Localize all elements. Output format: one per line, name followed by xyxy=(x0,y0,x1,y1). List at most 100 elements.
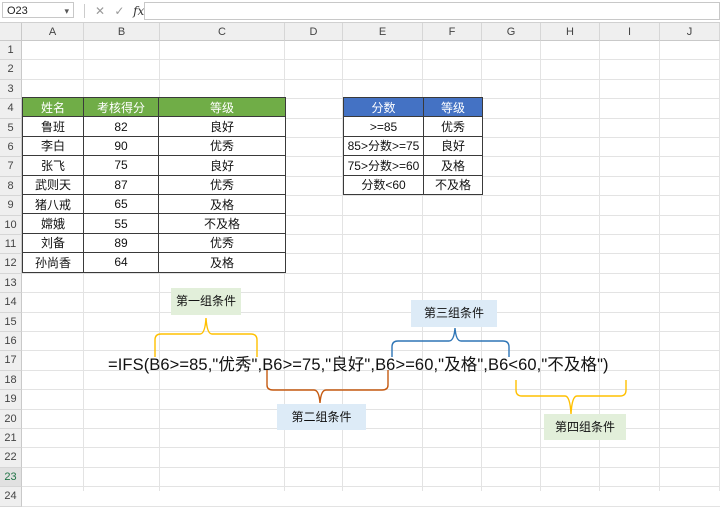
score-table: 姓名 考核得分 等级 鲁班 82 良好 李白 90 优秀 张飞 75 良好 武则天 87 优秀 猪八戒 65 及格… xyxy=(22,96,286,273)
row-header-20[interactable]: 20 xyxy=(0,409,22,429)
score-table-cell[interactable]: 刘备 xyxy=(22,232,84,254)
rule-table-header-row: 分数 等级 xyxy=(343,96,483,118)
gridline xyxy=(22,272,720,274)
row-header-2[interactable]: 2 xyxy=(0,60,22,80)
rule-table-cell[interactable]: 不及格 xyxy=(423,174,483,195)
score-table-cell[interactable]: 87 xyxy=(83,174,159,195)
score-table-cell[interactable]: 张飞 xyxy=(22,155,84,176)
gridline xyxy=(659,41,660,491)
row-header-24[interactable]: 24 xyxy=(0,487,22,507)
ifs-formula-text: =IFS(B6>=85,"优秀",B6>=75,"良好",B6>=60,"及格"… xyxy=(108,356,609,374)
column-header-J[interactable]: J xyxy=(660,23,720,41)
score-table-row: 李白 90 优秀 xyxy=(22,135,286,157)
group2-condition-label: 第二组条件 xyxy=(277,404,366,430)
score-table-cell[interactable]: 良好 xyxy=(158,155,286,176)
score-table-cell[interactable]: 75 xyxy=(83,155,159,176)
row-header-10[interactable]: 10 xyxy=(0,215,22,235)
column-header-E[interactable]: E xyxy=(343,23,423,41)
score-table-header-cell[interactable]: 等级 xyxy=(158,96,286,118)
column-header-B[interactable]: B xyxy=(84,23,160,41)
divider xyxy=(84,4,85,18)
score-table-row: 孙尚香 64 及格 xyxy=(22,252,286,273)
column-header-A[interactable]: A xyxy=(22,23,84,41)
score-table-cell[interactable]: 优秀 xyxy=(158,135,286,157)
rule-table-cell[interactable]: 75>分数>=60 xyxy=(343,155,424,176)
score-table-header-row: 姓名 考核得分 等级 xyxy=(22,96,286,118)
row-header-19[interactable]: 19 xyxy=(0,390,22,410)
score-table-cell[interactable]: 及格 xyxy=(158,193,286,215)
gridline xyxy=(22,505,720,507)
row-header-1[interactable]: 1 xyxy=(0,41,22,61)
cancel-icon[interactable]: ✕ xyxy=(92,2,108,20)
score-table-cell[interactable]: 90 xyxy=(83,135,159,157)
score-table-cell[interactable]: 及格 xyxy=(158,252,286,273)
gridline xyxy=(22,408,720,410)
rule-table-row: >=85 优秀 xyxy=(343,116,483,137)
check-icon[interactable]: ✓ xyxy=(111,2,127,20)
name-box[interactable]: O23 ▾ xyxy=(2,2,74,18)
column-header-G[interactable]: G xyxy=(482,23,541,41)
column-header-I[interactable]: I xyxy=(600,23,660,41)
gridline xyxy=(22,466,720,468)
chevron-down-icon[interactable]: ▾ xyxy=(64,3,69,19)
rule-table-cell[interactable]: 85>分数>=75 xyxy=(343,135,424,157)
rule-table-row: 75>分数>=60 及格 xyxy=(343,155,483,176)
score-table-cell[interactable]: 良好 xyxy=(158,116,286,137)
row-header-3[interactable]: 3 xyxy=(0,79,22,100)
score-table-row: 张飞 75 良好 xyxy=(22,155,286,176)
row-header-9[interactable]: 9 xyxy=(0,196,22,216)
score-table-cell[interactable]: 82 xyxy=(83,116,159,137)
row-header-16[interactable]: 16 xyxy=(0,332,22,352)
score-table-cell[interactable]: 55 xyxy=(83,213,159,234)
score-table-cell[interactable]: 优秀 xyxy=(158,232,286,254)
row-header-15[interactable]: 15 xyxy=(0,312,22,332)
gridline xyxy=(22,59,720,61)
column-header-F[interactable]: F xyxy=(423,23,482,41)
rule-table-cell[interactable]: 良好 xyxy=(423,135,483,157)
row-header-18[interactable]: 18 xyxy=(0,370,22,391)
rule-table-cell[interactable]: 及格 xyxy=(423,155,483,176)
row-header-17[interactable]: 17 xyxy=(0,351,22,371)
row-header-4[interactable]: 4 xyxy=(0,99,22,119)
rule-table-header-cell[interactable]: 等级 xyxy=(423,96,483,118)
score-table-header-cell[interactable]: 考核得分 xyxy=(83,96,159,118)
score-table-cell[interactable]: 李白 xyxy=(22,135,84,157)
column-header-D[interactable]: D xyxy=(285,23,343,41)
formula-input[interactable] xyxy=(144,2,720,20)
score-table-cell[interactable]: 64 xyxy=(83,252,159,273)
row-header-8[interactable]: 8 xyxy=(0,176,22,197)
column-header-H[interactable]: H xyxy=(541,23,600,41)
score-table-cell[interactable]: 65 xyxy=(83,193,159,215)
score-table-cell[interactable]: 不及格 xyxy=(158,213,286,234)
score-table-row: 武则天 87 优秀 xyxy=(22,174,286,195)
rule-table-cell[interactable]: 优秀 xyxy=(423,116,483,137)
gridline xyxy=(22,389,720,391)
score-table-header-cell[interactable]: 姓名 xyxy=(22,96,84,118)
score-table-row: 刘备 89 优秀 xyxy=(22,232,286,254)
column-header-C[interactable]: C xyxy=(160,23,285,41)
gridline xyxy=(22,331,720,332)
rule-table-cell[interactable]: 分数<60 xyxy=(343,174,424,195)
group3-condition-label: 第三组条件 xyxy=(411,300,497,327)
row-header-23[interactable]: 23 xyxy=(0,467,22,488)
row-header-12[interactable]: 12 xyxy=(0,254,22,274)
rule-table-header-cell[interactable]: 分数 xyxy=(343,96,424,118)
name-box-value: O23 xyxy=(7,5,28,17)
select-all-corner[interactable] xyxy=(0,23,22,41)
row-header-22[interactable]: 22 xyxy=(0,448,22,468)
row-header-6[interactable]: 6 xyxy=(0,138,22,158)
score-table-cell[interactable]: 孙尚香 xyxy=(22,252,84,273)
score-table-cell[interactable]: 89 xyxy=(83,232,159,254)
score-table-cell[interactable]: 武则天 xyxy=(22,174,84,195)
row-header-7[interactable]: 7 xyxy=(0,157,22,177)
row-header-11[interactable]: 11 xyxy=(0,235,22,255)
rule-table-cell[interactable]: >=85 xyxy=(343,116,424,137)
row-header-14[interactable]: 14 xyxy=(0,293,22,313)
score-table-cell[interactable]: 优秀 xyxy=(158,174,286,195)
row-header-21[interactable]: 21 xyxy=(0,429,22,449)
score-table-cell[interactable]: 鲁班 xyxy=(22,116,84,137)
score-table-cell[interactable]: 猪八戒 xyxy=(22,193,84,215)
row-header-5[interactable]: 5 xyxy=(0,118,22,138)
score-table-cell[interactable]: 嫦娥 xyxy=(22,213,84,234)
row-header-13[interactable]: 13 xyxy=(0,273,22,294)
